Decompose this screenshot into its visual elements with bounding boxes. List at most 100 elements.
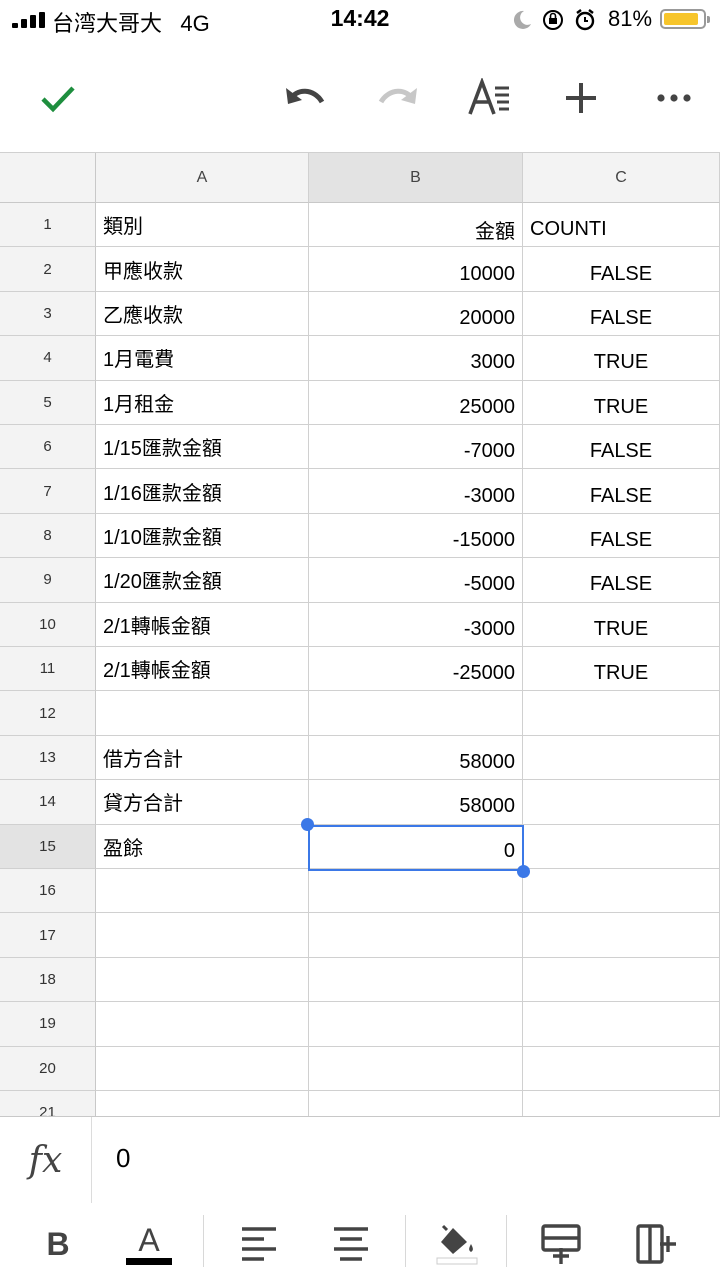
row-header[interactable]: 3 bbox=[0, 291, 96, 337]
cell-a15[interactable]: 盈餘 bbox=[96, 824, 309, 869]
cell-b5[interactable]: 25000 bbox=[309, 380, 523, 425]
cell-c15[interactable] bbox=[523, 824, 720, 869]
selection-handle-bottom[interactable] bbox=[517, 865, 530, 878]
cell-a14[interactable]: 貸方合計 bbox=[96, 780, 309, 825]
cell-a21[interactable] bbox=[96, 1091, 309, 1117]
cell-c7[interactable]: FALSE bbox=[523, 469, 720, 514]
cell-c13[interactable] bbox=[523, 735, 720, 781]
more-options-button[interactable] bbox=[646, 70, 702, 126]
insert-button[interactable] bbox=[553, 70, 609, 126]
text-format-button[interactable] bbox=[462, 70, 518, 126]
cell-b9[interactable]: -5000 bbox=[309, 558, 523, 603]
cell-a6[interactable]: 1/15匯款金額 bbox=[96, 425, 309, 470]
cell-c10[interactable]: TRUE bbox=[523, 602, 720, 647]
row-header[interactable]: 8 bbox=[0, 513, 96, 559]
selection-handle-top[interactable] bbox=[301, 818, 314, 831]
cell-c5[interactable]: TRUE bbox=[523, 380, 720, 425]
cell-c12[interactable] bbox=[523, 691, 720, 736]
align-left-button[interactable] bbox=[232, 1217, 286, 1271]
cell-b18[interactable] bbox=[309, 957, 523, 1003]
cell-b10[interactable]: -3000 bbox=[309, 602, 523, 647]
cell-a20[interactable] bbox=[96, 1046, 309, 1091]
row-header[interactable]: 4 bbox=[0, 336, 96, 381]
cell-a16[interactable] bbox=[96, 869, 309, 914]
cell-b1[interactable]: 金額 bbox=[309, 203, 523, 248]
row-header[interactable]: 2 bbox=[0, 247, 96, 292]
row-header[interactable]: 12 bbox=[0, 691, 96, 736]
row-header[interactable]: 17 bbox=[0, 913, 96, 958]
cell-a7[interactable]: 1/16匯款金額 bbox=[96, 469, 309, 514]
cell-b19[interactable] bbox=[309, 1002, 523, 1047]
cell-c6[interactable]: FALSE bbox=[523, 425, 720, 470]
cell-b13[interactable]: 58000 bbox=[309, 735, 523, 781]
cell-c4[interactable]: TRUE bbox=[523, 336, 720, 381]
cell-b14[interactable]: 58000 bbox=[309, 780, 523, 825]
row-header[interactable]: 18 bbox=[0, 957, 96, 1003]
align-center-button[interactable] bbox=[324, 1217, 378, 1271]
cell-c18[interactable] bbox=[523, 957, 720, 1003]
cell-c19[interactable] bbox=[523, 1002, 720, 1047]
insert-column-button[interactable] bbox=[629, 1217, 683, 1271]
cell-b6[interactable]: -7000 bbox=[309, 425, 523, 470]
cell-a9[interactable]: 1/20匯款金額 bbox=[96, 558, 309, 603]
row-header[interactable]: 14 bbox=[0, 780, 96, 825]
cell-b11[interactable]: -25000 bbox=[309, 647, 523, 692]
cell-a10[interactable]: 2/1轉帳金額 bbox=[96, 602, 309, 647]
formula-input[interactable]: 0 bbox=[116, 1143, 130, 1174]
cell-c21[interactable] bbox=[523, 1091, 720, 1117]
select-all-corner[interactable] bbox=[0, 153, 96, 203]
cell-a11[interactable]: 2/1轉帳金額 bbox=[96, 647, 309, 692]
row-header[interactable]: 1 bbox=[0, 203, 96, 248]
cell-c14[interactable] bbox=[523, 780, 720, 825]
column-header-a[interactable]: A bbox=[96, 153, 309, 203]
cell-a17[interactable] bbox=[96, 913, 309, 958]
cell-b16[interactable] bbox=[309, 869, 523, 914]
cell-b17[interactable] bbox=[309, 913, 523, 958]
cell-b20[interactable] bbox=[309, 1046, 523, 1091]
row-header[interactable]: 11 bbox=[0, 647, 96, 692]
cell-a18[interactable] bbox=[96, 957, 309, 1003]
cell-a5[interactable]: 1月租金 bbox=[96, 380, 309, 425]
row-header[interactable]: 13 bbox=[0, 735, 96, 781]
cell-c1[interactable]: COUNTI bbox=[523, 203, 720, 248]
cell-a3[interactable]: 乙應收款 bbox=[96, 291, 309, 337]
cell-b21[interactable] bbox=[309, 1091, 523, 1117]
cell-b3[interactable]: 20000 bbox=[309, 291, 523, 337]
row-header[interactable]: 21 bbox=[0, 1091, 96, 1117]
row-header[interactable]: 9 bbox=[0, 558, 96, 603]
cell-b12[interactable] bbox=[309, 691, 523, 736]
spreadsheet-grid[interactable]: A B C 1 類別 金額 COUNTI 2 甲應收款 10000 FALSE 3 乙應收款 200… bbox=[0, 152, 720, 1117]
cell-a1[interactable]: 類別 bbox=[96, 203, 309, 248]
redo-button[interactable] bbox=[370, 70, 426, 126]
row-header[interactable]: 5 bbox=[0, 380, 96, 425]
cell-c2[interactable]: FALSE bbox=[523, 247, 720, 292]
cell-a2[interactable]: 甲應收款 bbox=[96, 247, 309, 292]
cell-a4[interactable]: 1月電費 bbox=[96, 336, 309, 381]
cell-c20[interactable] bbox=[523, 1046, 720, 1091]
column-header-c[interactable]: C bbox=[523, 153, 720, 203]
cell-a12[interactable] bbox=[96, 691, 309, 736]
cell-c8[interactable]: FALSE bbox=[523, 513, 720, 559]
row-header[interactable]: 16 bbox=[0, 869, 96, 914]
row-header[interactable]: 7 bbox=[0, 469, 96, 514]
cell-c11[interactable]: TRUE bbox=[523, 647, 720, 692]
cell-c9[interactable]: FALSE bbox=[523, 558, 720, 603]
cell-a8[interactable]: 1/10匯款金額 bbox=[96, 513, 309, 559]
cell-b15[interactable]: 0 bbox=[309, 824, 523, 869]
row-header[interactable]: 6 bbox=[0, 425, 96, 470]
bold-button[interactable]: B bbox=[31, 1217, 85, 1271]
row-header[interactable]: 15 bbox=[0, 824, 96, 869]
cell-c3[interactable]: FALSE bbox=[523, 291, 720, 337]
cell-b4[interactable]: 3000 bbox=[309, 336, 523, 381]
cell-a13[interactable]: 借方合計 bbox=[96, 735, 309, 781]
cell-b8[interactable]: -15000 bbox=[309, 513, 523, 559]
cell-b2[interactable]: 10000 bbox=[309, 247, 523, 292]
row-header[interactable]: 10 bbox=[0, 602, 96, 647]
row-header[interactable]: 20 bbox=[0, 1046, 96, 1091]
insert-row-button[interactable] bbox=[534, 1217, 588, 1271]
fill-color-button[interactable] bbox=[430, 1217, 484, 1271]
cell-c16[interactable] bbox=[523, 869, 720, 914]
cell-a19[interactable] bbox=[96, 1002, 309, 1047]
cell-c17[interactable] bbox=[523, 913, 720, 958]
cell-b7[interactable]: -3000 bbox=[309, 469, 523, 514]
